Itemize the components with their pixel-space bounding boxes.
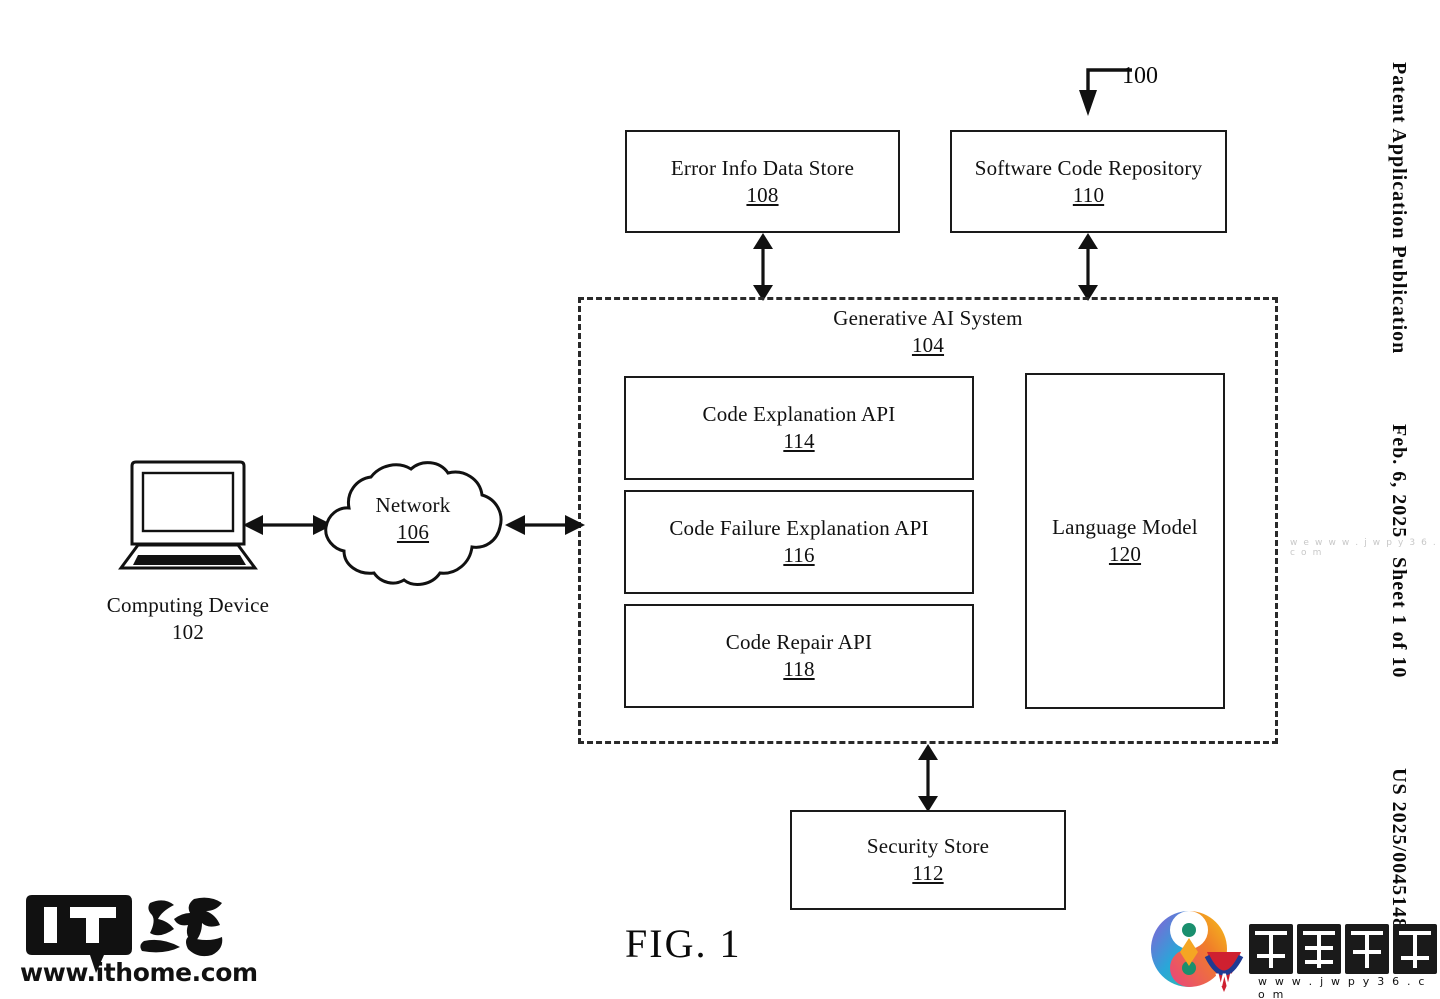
security-store-box: Security Store 112: [790, 810, 1066, 910]
figure-caption: FIG. 1: [625, 921, 742, 966]
patent-date-header: Feb. 6, 2025: [1388, 424, 1410, 539]
computing-device-ref: 102: [171, 619, 205, 644]
arrow-error-store-to-genai: [753, 233, 773, 301]
network-ref: 106: [396, 519, 430, 544]
computing-device-label: Computing Device: [106, 593, 270, 617]
network-caption: Network 106: [318, 492, 508, 546]
arrow-code-repo-to-genai: [1078, 233, 1098, 301]
language-model-box: Language Model 120: [1025, 373, 1225, 709]
code-repair-api-ref: 118: [783, 657, 815, 681]
code-explanation-api-ref: 114: [783, 429, 815, 453]
code-repair-api-label: Code Repair API: [725, 630, 873, 655]
code-failure-explanation-api-ref: 116: [783, 543, 815, 567]
arrow-network-to-genai: [505, 515, 585, 535]
patent-figure-page: 100 Error Info Data Store 108 Software C…: [0, 0, 1440, 999]
software-code-repository-box: Software Code Repository 110: [950, 130, 1227, 233]
computing-device-caption: Computing Device 102: [58, 592, 318, 646]
code-explanation-api-box: Code Explanation API 114: [624, 376, 974, 480]
computing-device-icon: [118, 460, 258, 570]
language-model-ref: 120: [1108, 542, 1142, 566]
security-store-ref: 112: [912, 861, 944, 885]
language-model-label: Language Model: [1052, 515, 1198, 540]
arrow-genai-to-security-store: [918, 744, 938, 812]
jwpy-url-label: w w w . j w p y 3 6 . c o m: [1258, 975, 1440, 999]
code-failure-explanation-api-label: Code Failure Explanation API: [669, 516, 929, 541]
software-code-repository-label: Software Code Repository: [974, 155, 1203, 180]
svg-text:W: W: [1215, 971, 1234, 991]
code-repair-api-box: Code Repair API 118: [624, 604, 974, 708]
patent-sheet-header: Sheet 1 of 10: [1388, 557, 1410, 679]
system-reference-label: 100: [1122, 63, 1158, 89]
security-store-label: Security Store: [866, 834, 990, 859]
generative-ai-system-ref: 104: [911, 332, 945, 357]
code-failure-explanation-api-box: Code Failure Explanation API 116: [624, 490, 974, 594]
patent-publication-header: Patent Application Publication: [1388, 62, 1410, 355]
ithome-url-label: www.ithome.com: [20, 958, 258, 987]
code-explanation-api-label: Code Explanation API: [702, 402, 896, 427]
software-code-repository-ref: 110: [1072, 182, 1105, 207]
generative-ai-system-title: Generative AI System 104: [578, 305, 1278, 359]
error-info-data-store-ref: 108: [746, 182, 779, 207]
error-info-data-store-label: Error Info Data Store: [670, 155, 855, 180]
generative-ai-system-label: Generative AI System: [833, 306, 1023, 330]
error-info-data-store-box: Error Info Data Store 108: [625, 130, 900, 233]
jwpy-faint-watermark: w e w w w . j w p y 3 6 . c o m: [1290, 538, 1438, 558]
network-label: Network: [375, 493, 451, 517]
